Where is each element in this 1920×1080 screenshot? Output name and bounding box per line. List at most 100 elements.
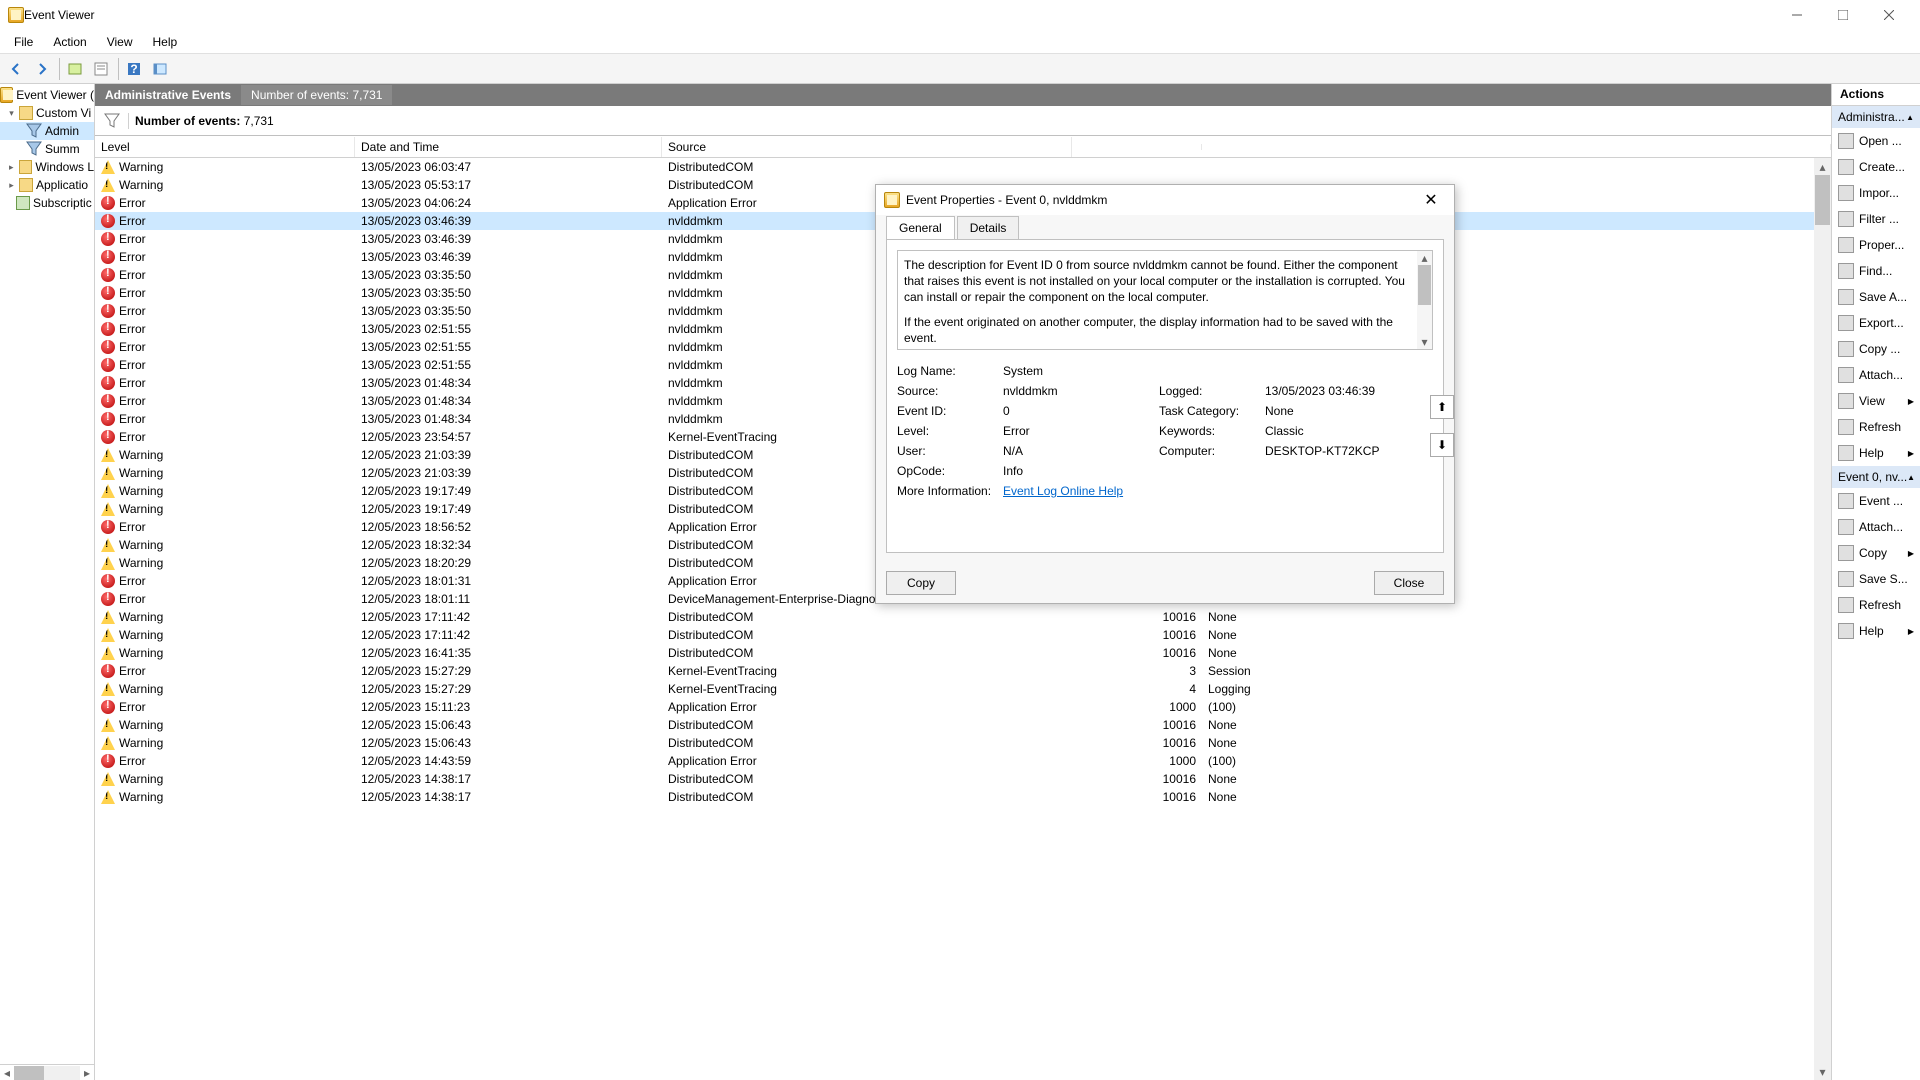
action-item[interactable]: Export... — [1832, 310, 1920, 336]
level-text: Error — [119, 214, 146, 228]
expand-icon[interactable]: ▾ — [6, 108, 17, 119]
event-row[interactable]: Warning12/05/2023 15:06:43DistributedCOM… — [95, 716, 1831, 734]
action-item[interactable]: Filter ... — [1832, 206, 1920, 232]
menu-action[interactable]: Action — [43, 32, 96, 52]
properties-button[interactable] — [89, 57, 113, 81]
dialog-close-button[interactable]: ✕ — [1416, 185, 1446, 215]
tree-applications[interactable]: ▸ Applicatio — [0, 176, 94, 194]
event-row[interactable]: Warning12/05/2023 15:06:43DistributedCOM… — [95, 734, 1831, 752]
event-row[interactable]: Warning13/05/2023 06:03:47DistributedCOM — [95, 158, 1831, 176]
action-item[interactable]: Proper... — [1832, 232, 1920, 258]
action-item[interactable]: Find... — [1832, 258, 1920, 284]
action-item[interactable]: Refresh — [1832, 592, 1920, 618]
action-item[interactable]: Save A... — [1832, 284, 1920, 310]
col-level[interactable]: Level — [95, 137, 355, 157]
action-item[interactable]: Attach... — [1832, 362, 1920, 388]
event-row[interactable]: Warning12/05/2023 14:38:17DistributedCOM… — [95, 788, 1831, 806]
action-item[interactable]: Copy▶ — [1832, 540, 1920, 566]
date-text: 12/05/2023 16:41:35 — [355, 645, 662, 661]
scroll-thumb[interactable] — [14, 1066, 44, 1080]
source-text: DistributedCOM — [662, 717, 1072, 733]
action-item[interactable]: Refresh — [1832, 414, 1920, 440]
event-description[interactable]: The description for Event ID 0 from sour… — [897, 250, 1433, 350]
desc-scrollbar[interactable]: ▴ ▾ — [1417, 251, 1432, 349]
val-task-cat: None — [1265, 404, 1415, 418]
copy-button[interactable]: Copy — [886, 571, 956, 595]
event-row[interactable]: Error12/05/2023 15:11:23Application Erro… — [95, 698, 1831, 716]
tree-summary[interactable]: Summ — [0, 140, 94, 158]
error-icon — [101, 340, 115, 354]
panel-button[interactable] — [148, 57, 172, 81]
forward-button[interactable] — [30, 57, 54, 81]
tab-details[interactable]: Details — [957, 216, 1020, 239]
scroll-down-icon[interactable]: ▾ — [1417, 335, 1432, 349]
scroll-down-icon[interactable]: ▾ — [1814, 1063, 1831, 1080]
tree-custom-views[interactable]: ▾ Custom Vi — [0, 104, 94, 122]
col-id[interactable] — [1072, 144, 1202, 150]
error-icon — [101, 754, 115, 768]
next-event-button[interactable]: ⬇ — [1430, 433, 1454, 457]
event-row[interactable]: Error12/05/2023 14:43:59Application Erro… — [95, 752, 1831, 770]
action-item[interactable]: Copy ... — [1832, 336, 1920, 362]
tree-root[interactable]: Event Viewer ( — [0, 86, 94, 104]
menu-help[interactable]: Help — [143, 32, 188, 52]
action-item[interactable]: Help▶ — [1832, 618, 1920, 644]
scroll-left-icon[interactable]: ◂ — [0, 1066, 14, 1080]
tab-general[interactable]: General — [886, 216, 955, 239]
list-v-scrollbar[interactable]: ▴ ▾ — [1814, 158, 1831, 1080]
expand-icon[interactable]: ▸ — [6, 180, 17, 191]
error-icon — [101, 304, 115, 318]
actions-group2-header[interactable]: Event 0, nv... ▲ — [1832, 466, 1920, 488]
event-row[interactable]: Warning12/05/2023 14:38:17DistributedCOM… — [95, 770, 1831, 788]
date-text: 12/05/2023 15:27:29 — [355, 663, 662, 679]
action-item[interactable]: Help▶ — [1832, 440, 1920, 466]
menu-file[interactable]: File — [4, 32, 43, 52]
actions-group1-header[interactable]: Administra... ▲ — [1832, 106, 1920, 128]
action-icon — [1838, 623, 1854, 639]
action-icon — [1838, 185, 1854, 201]
val-event-id: 0 — [1003, 404, 1153, 418]
tree-admin-events[interactable]: Admin — [0, 122, 94, 140]
action-item[interactable]: Attach... — [1832, 514, 1920, 540]
help-button[interactable]: ? — [122, 57, 146, 81]
tree-subscriptions[interactable]: Subscriptic — [0, 194, 94, 212]
action-item[interactable]: View▶ — [1832, 388, 1920, 414]
scroll-up-icon[interactable]: ▴ — [1814, 158, 1831, 175]
action-item[interactable]: Save S... — [1832, 566, 1920, 592]
scroll-right-icon[interactable]: ▸ — [80, 1066, 94, 1080]
col-date[interactable]: Date and Time — [355, 137, 662, 157]
tree-windows-logs[interactable]: ▸ Windows L — [0, 158, 94, 176]
level-text: Error — [119, 700, 146, 714]
close-button[interactable]: Close — [1374, 571, 1444, 595]
action-item[interactable]: Create... — [1832, 154, 1920, 180]
event-row[interactable]: Warning12/05/2023 16:41:35DistributedCOM… — [95, 644, 1831, 662]
event-row[interactable]: Warning12/05/2023 15:27:29Kernel-EventTr… — [95, 680, 1831, 698]
menu-view[interactable]: View — [97, 32, 143, 52]
tab-admin-events[interactable]: Administrative Events — [95, 85, 241, 105]
event-row[interactable]: Error12/05/2023 15:27:29Kernel-EventTrac… — [95, 662, 1831, 680]
tree-h-scrollbar[interactable]: ◂ ▸ — [0, 1064, 94, 1080]
scroll-thumb[interactable] — [1418, 265, 1431, 305]
action-item[interactable]: Impor... — [1832, 180, 1920, 206]
show-tree-button[interactable] — [63, 57, 87, 81]
event-row[interactable]: Warning12/05/2023 17:11:42DistributedCOM… — [95, 626, 1831, 644]
expand-icon[interactable]: ▸ — [6, 162, 17, 173]
filter-icon-box[interactable] — [95, 113, 129, 129]
event-log-help-link[interactable]: Event Log Online Help — [1003, 484, 1123, 498]
dialog-title-bar[interactable]: Event Properties - Event 0, nvlddmkm ✕ — [876, 185, 1454, 215]
col-task[interactable] — [1202, 144, 1831, 150]
action-item[interactable]: Event ... — [1832, 488, 1920, 514]
error-icon — [101, 232, 115, 246]
col-source[interactable]: Source — [662, 137, 1072, 157]
funnel-icon — [26, 123, 42, 139]
prev-event-button[interactable]: ⬆ — [1430, 395, 1454, 419]
event-row[interactable]: Warning12/05/2023 17:11:42DistributedCOM… — [95, 608, 1831, 626]
back-button[interactable] — [4, 57, 28, 81]
maximize-button[interactable] — [1820, 0, 1866, 30]
scroll-up-icon[interactable]: ▴ — [1417, 251, 1432, 265]
action-item[interactable]: Open ... — [1832, 128, 1920, 154]
error-icon — [101, 376, 115, 390]
minimize-button[interactable] — [1774, 0, 1820, 30]
scroll-thumb[interactable] — [1815, 175, 1830, 225]
close-button[interactable] — [1866, 0, 1912, 30]
